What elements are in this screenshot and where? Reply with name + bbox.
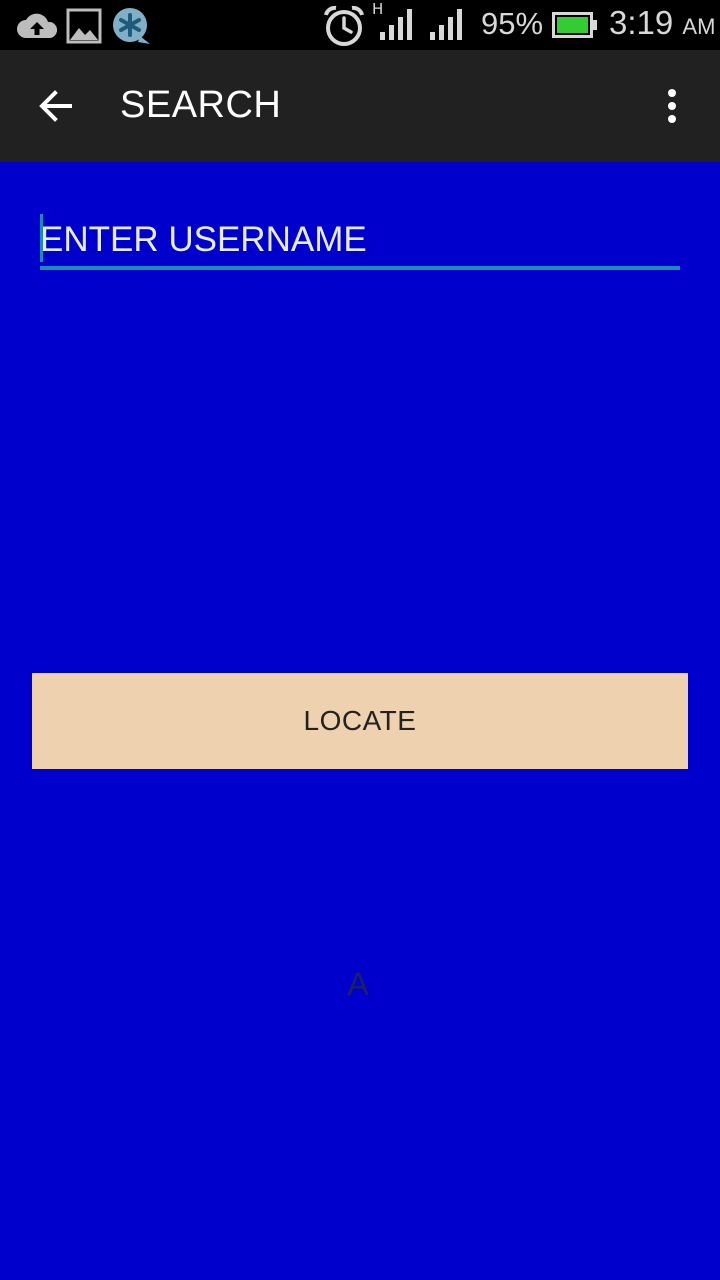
page-title: SEARCH (120, 84, 282, 126)
locate-button[interactable]: LOCATE (32, 673, 688, 769)
app-notification-icon (113, 8, 150, 44)
status-bar: H 95% 3:19 AM (0, 0, 720, 50)
result-text: A (347, 966, 369, 1002)
alarm-icon (324, 5, 364, 46)
battery-percent: 95% (481, 6, 544, 41)
back-button[interactable] (28, 78, 84, 134)
text-cursor (40, 214, 43, 262)
username-input[interactable] (40, 214, 680, 270)
arrow-back-icon (39, 90, 72, 122)
app-toolbar: SEARCH (0, 50, 720, 162)
clock-ampm: AM (682, 14, 716, 39)
signal-icon (380, 9, 412, 40)
overflow-menu-icon (668, 89, 676, 123)
cloud-upload-icon (17, 13, 58, 38)
overflow-menu-button[interactable] (648, 78, 696, 134)
gallery-icon (66, 8, 102, 44)
signal-icon (430, 9, 462, 40)
clock: 3:19 AM (609, 4, 715, 42)
search-screen: H 95% 3:19 AM SEARCH ENTER USERNAME LOCA… (0, 0, 720, 1280)
clock-time: 3:19 (609, 4, 674, 41)
battery-icon (552, 12, 597, 38)
